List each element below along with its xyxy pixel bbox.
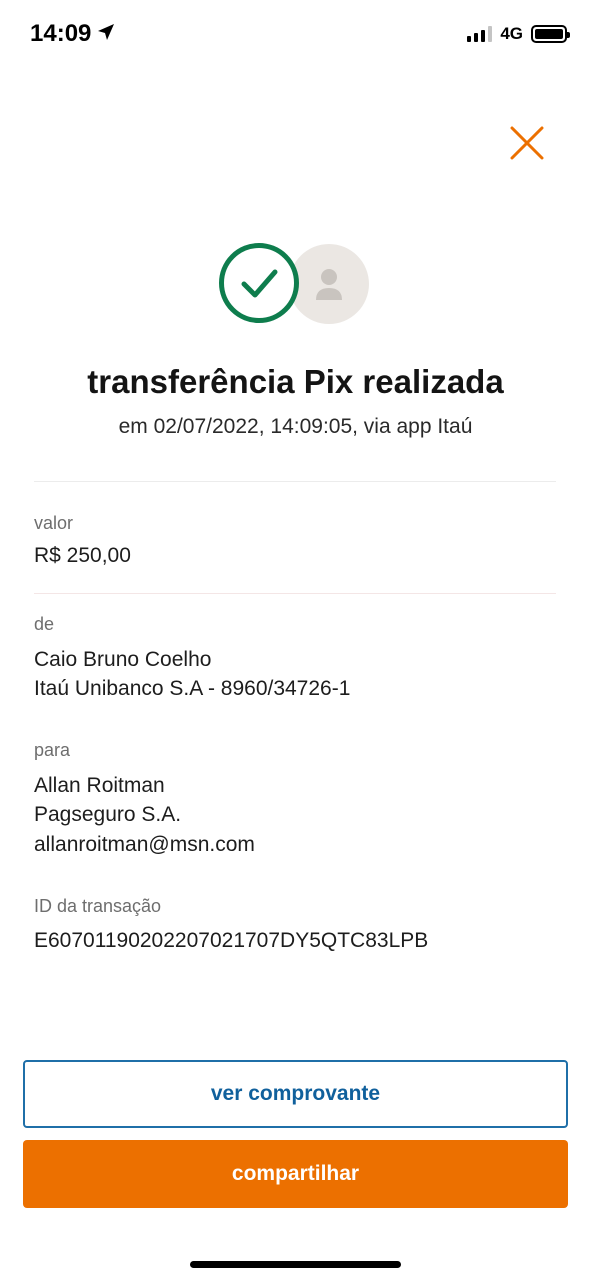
amount-label: valor [34, 513, 74, 533]
recipient-pix-key: allanroitman@msn.com [34, 833, 255, 856]
recipient-name: Allan Roitman [34, 774, 165, 797]
status-indicators: 4G [467, 24, 570, 44]
network-type: 4G [500, 24, 523, 43]
person-icon [316, 269, 342, 300]
close-button[interactable] [508, 124, 546, 162]
avatar [289, 244, 369, 324]
battery-icon [531, 25, 570, 43]
view-receipt-button[interactable]: ver comprovante [23, 1060, 568, 1128]
location-arrow-icon [97, 20, 115, 48]
success-check-icon [219, 243, 299, 323]
status-icons [219, 243, 371, 325]
transaction-datetime: em 02/07/2022, 14:09:05, via app Itaú [118, 415, 473, 438]
page-title: transferência Pix realizada [87, 363, 504, 400]
share-button[interactable]: compartilhar [23, 1140, 568, 1208]
sender-name: Caio Bruno Coelho [34, 648, 212, 671]
divider [34, 593, 556, 594]
recipient-label: para [34, 740, 71, 760]
transaction-id-label: ID da transação [34, 896, 162, 916]
divider [34, 481, 556, 482]
home-indicator[interactable] [190, 1261, 401, 1268]
amount-value: R$ 250,00 [34, 544, 131, 567]
status-time-text: 14:09 [30, 20, 92, 47]
transaction-id-value: E60701190202207021707DY5QTC83LPB [34, 929, 429, 952]
pix-receipt-screen: 14:09 4G transferência Pix realizada em … [0, 0, 591, 1280]
status-time: 14:09 [30, 20, 115, 48]
sender-label: de [34, 614, 55, 634]
recipient-bank: Pagseguro S.A. [34, 803, 182, 826]
close-icon [510, 126, 544, 160]
cellular-signal-icon [467, 26, 493, 42]
sender-bank: Itaú Unibanco S.A - 8960/34726-1 [34, 677, 351, 700]
